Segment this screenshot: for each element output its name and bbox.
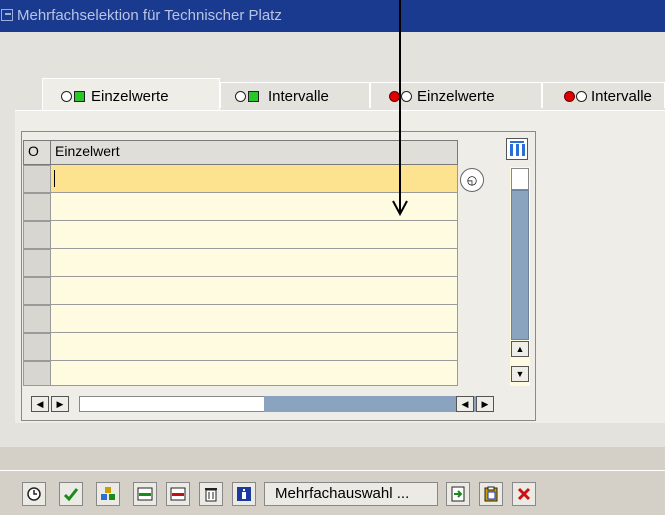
single-value-input[interactable]: [51, 305, 458, 333]
annotation-arrow: [399, 0, 401, 212]
table-row: [23, 277, 458, 305]
info-icon[interactable]: [232, 482, 256, 506]
row-selector[interactable]: [23, 333, 51, 361]
table-row: [23, 165, 458, 193]
trash-icon[interactable]: [199, 482, 223, 506]
row-selector[interactable]: [23, 193, 51, 221]
tab-label: Intervalle: [591, 88, 652, 105]
scroll-down-icon[interactable]: ▼: [511, 366, 529, 382]
single-value-column-header[interactable]: Einzelwert: [51, 140, 458, 165]
clock-execute-icon[interactable]: [22, 482, 46, 506]
row-selector[interactable]: [23, 249, 51, 277]
scroll-up-icon[interactable]: ▲: [511, 341, 529, 357]
tab-strip: Einzelwerte Intervalle Einzelwerte Inter…: [0, 78, 665, 110]
import-from-text-icon[interactable]: [446, 482, 470, 506]
row-selector[interactable]: [23, 305, 51, 333]
insert-row-icon[interactable]: [133, 482, 157, 506]
table-row: [23, 305, 458, 333]
tab-exclude-intervals[interactable]: Intervalle: [542, 82, 665, 108]
tab-label: Intervalle: [268, 88, 329, 105]
horizontal-scrollbar[interactable]: ◀ ▶: [31, 395, 502, 413]
tab-include-intervals[interactable]: Intervalle: [220, 82, 370, 108]
inactive-lamp-icon: [235, 91, 246, 102]
red-lamp-icon: [564, 91, 575, 102]
selection-options-icon[interactable]: [96, 482, 120, 506]
scroll-thumb[interactable]: [264, 396, 482, 412]
tab-exclude-single-values[interactable]: Einzelwerte: [370, 82, 542, 108]
table-row: [23, 221, 458, 249]
row-selector[interactable]: [23, 361, 51, 386]
scroll-right-icon[interactable]: ▶: [51, 396, 69, 412]
tab-label: Einzelwerte: [417, 88, 495, 105]
table-row: [23, 249, 458, 277]
table-row: [23, 333, 458, 361]
cancel-x-icon[interactable]: [512, 482, 536, 506]
table-row: [23, 361, 458, 386]
single-value-input[interactable]: [51, 361, 458, 386]
column-scroll-right-icon[interactable]: ▶: [476, 396, 494, 412]
inactive-lamp-icon: [401, 91, 412, 102]
single-value-input[interactable]: [51, 221, 458, 249]
clipboard-paste-icon[interactable]: [479, 482, 503, 506]
scroll-thumb[interactable]: [511, 190, 529, 340]
inactive-lamp-icon: [576, 91, 587, 102]
single-value-input[interactable]: [51, 277, 458, 305]
row-selector[interactable]: [23, 277, 51, 305]
row-selector[interactable]: [23, 165, 51, 193]
single-value-input[interactable]: [51, 165, 458, 193]
single-value-input[interactable]: [51, 249, 458, 277]
row-selector[interactable]: [23, 221, 51, 249]
table-settings-icon[interactable]: [506, 138, 528, 160]
checkmark-icon[interactable]: [59, 482, 83, 506]
window-menu-icon[interactable]: [1, 9, 13, 21]
green-lamp-icon: [248, 91, 259, 102]
selection-column-header[interactable]: O: [23, 140, 51, 165]
multiple-selection-button[interactable]: Mehrfachauswahl ...: [264, 482, 438, 506]
tab-include-single-values[interactable]: Einzelwerte: [42, 78, 220, 110]
value-help-icon[interactable]: ◵: [460, 168, 484, 192]
inactive-lamp-icon: [61, 91, 72, 102]
tab-label: Einzelwerte: [91, 88, 169, 105]
annotation-arrow-head: [392, 200, 408, 216]
column-scroll-left-icon[interactable]: ◀: [456, 396, 474, 412]
window-title: Mehrfachselektion für Technischer Platz: [17, 7, 282, 24]
scroll-left-icon[interactable]: ◀: [31, 396, 49, 412]
delete-row-icon[interactable]: [166, 482, 190, 506]
scroll-track[interactable]: [511, 168, 529, 190]
title-bar: Mehrfachselektion für Technischer Platz: [0, 0, 665, 32]
green-lamp-icon: [74, 91, 85, 102]
single-value-input[interactable]: [51, 333, 458, 361]
